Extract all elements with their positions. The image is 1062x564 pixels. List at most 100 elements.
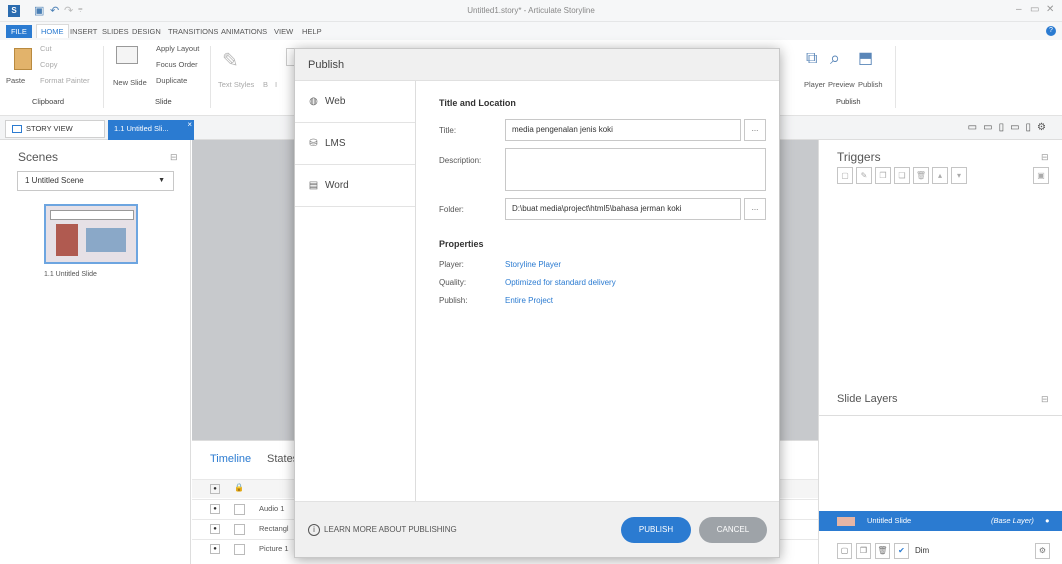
tab-file[interactable]: FILE — [6, 25, 32, 38]
new-slide-button[interactable]: New Slide — [113, 78, 147, 87]
publish-ribbon-button[interactable]: Publish — [858, 80, 883, 89]
clipboard-group-label: Clipboard — [32, 97, 65, 106]
word-doc-icon: ▤ — [308, 180, 319, 191]
italic-button[interactable]: I — [275, 80, 277, 89]
slide-thumbnail[interactable] — [44, 204, 138, 264]
publish-dialog: Publish ◍ Web ⛁ LMS ▤ Word Title and Loc… — [294, 48, 780, 558]
publish-icon[interactable]: ⬒ — [858, 48, 873, 68]
tab-help[interactable]: HELP — [298, 25, 326, 38]
duplicate-layer-icon[interactable]: ❐ — [856, 543, 871, 559]
title-bar: S ▣ ↶ ↷ ⩦ Untitled1.story* - Articulate … — [0, 0, 1062, 22]
visibility-icon[interactable]: ● — [210, 524, 220, 534]
bold-button[interactable]: B — [263, 80, 268, 89]
delete-trigger-icon[interactable]: 🗑 — [913, 167, 929, 184]
story-view-label: STORY VIEW — [26, 124, 73, 133]
close-tab-icon[interactable]: × — [187, 116, 192, 134]
info-icon: i — [308, 524, 320, 536]
publish-scope-link[interactable]: Entire Project — [505, 296, 553, 305]
base-layer-tag: (Base Layer) — [991, 516, 1034, 525]
player-label: Player: — [439, 260, 464, 269]
copy-button[interactable]: Copy — [40, 60, 58, 69]
pin-icon[interactable]: ⊟ — [1041, 152, 1049, 163]
cancel-button[interactable]: CANCEL — [699, 517, 767, 543]
title-browse-button[interactable]: ... — [744, 119, 766, 141]
cut-button[interactable]: Cut — [40, 44, 52, 53]
nav-lms[interactable]: ⛁ LMS — [295, 123, 415, 165]
trigger-options-icon[interactable]: ▣ — [1033, 167, 1049, 184]
move-down-icon[interactable]: ▾ — [951, 167, 967, 184]
lock-toggle[interactable] — [234, 504, 245, 515]
new-trigger-icon[interactable]: ▢ — [837, 167, 853, 184]
new-layer-icon[interactable]: ▢ — [837, 543, 852, 559]
visibility-icon[interactable]: ● — [210, 544, 220, 554]
help-icon[interactable]: ? — [1046, 26, 1056, 36]
move-up-icon[interactable]: ▴ — [932, 167, 948, 184]
tab-insert[interactable]: INSERT — [66, 25, 101, 38]
text-styles-icon[interactable]: ✎ — [222, 48, 239, 73]
lock-icon[interactable]: 🔒 — [234, 483, 244, 492]
slide-thumbnail-label: 1.1 Untitled Slide — [44, 271, 97, 278]
tab-design[interactable]: DESIGN — [128, 25, 165, 38]
folder-browse-button[interactable]: ... — [744, 198, 766, 220]
slide-tab[interactable]: 1.1 Untitled Sli... × — [108, 120, 194, 140]
focus-order-button[interactable]: Focus Order — [156, 60, 198, 69]
preview-icon[interactable]: ⌕ — [830, 48, 840, 69]
story-view-icon — [12, 125, 22, 133]
restore-icon[interactable]: ▭ — [1030, 4, 1039, 15]
gear-icon[interactable]: ⚙ — [1035, 543, 1050, 559]
preview-button[interactable]: Preview — [828, 80, 855, 89]
duplicate-button[interactable]: Duplicate — [156, 76, 187, 85]
eye-icon[interactable]: ● — [1045, 511, 1050, 531]
story-view-tab[interactable]: STORY VIEW — [5, 120, 105, 138]
window-title: Untitled1.story* - Articulate Storyline — [467, 6, 595, 15]
tab-view[interactable]: VIEW — [270, 25, 297, 38]
apply-layout-button[interactable]: Apply Layout — [156, 44, 199, 53]
delete-layer-icon[interactable]: 🗑 — [875, 543, 890, 559]
paste-icon[interactable] — [14, 48, 32, 70]
pin-icon[interactable]: ⊟ — [170, 152, 178, 163]
minimize-icon[interactable]: – — [1016, 4, 1022, 15]
learn-more-link[interactable]: i LEARN MORE ABOUT PUBLISHING — [308, 524, 457, 536]
description-field[interactable] — [505, 148, 766, 191]
close-icon[interactable]: ✕ — [1046, 4, 1054, 15]
base-layer-row[interactable]: Untitled Slide (Base Layer) ● — [819, 511, 1062, 531]
tab-timeline[interactable]: Timeline — [210, 453, 251, 465]
pin-icon[interactable]: ⊟ — [1041, 394, 1049, 405]
lock-toggle[interactable] — [234, 524, 245, 535]
player-link[interactable]: Storyline Player — [505, 260, 561, 269]
publish-form: Title and Location Title: media pengenal… — [416, 81, 779, 501]
layer-name: Untitled Slide — [867, 516, 912, 525]
new-slide-icon[interactable] — [116, 46, 138, 64]
lock-toggle[interactable] — [234, 544, 245, 555]
visibility-icon[interactable]: ● — [210, 504, 220, 514]
paste-trigger-icon[interactable]: ❏ — [894, 167, 910, 184]
scene-select[interactable]: 1 Untitled Scene ▼ — [17, 171, 174, 191]
view-mode-icons[interactable]: ▭▭▯▭▯⚙ — [968, 122, 1052, 133]
edit-trigger-icon[interactable]: ✎ — [856, 167, 872, 184]
publish-button[interactable]: PUBLISH — [621, 517, 691, 543]
format-painter-button[interactable]: Format Painter — [40, 76, 90, 85]
nav-web[interactable]: ◍ Web — [295, 81, 415, 123]
dim-checkbox[interactable]: ✔ — [894, 543, 909, 559]
paste-button[interactable]: Paste — [6, 76, 25, 85]
properties-heading: Properties — [439, 239, 484, 249]
visibility-icon[interactable]: ● — [210, 484, 220, 494]
title-field[interactable]: media pengenalan jenis koki — [505, 119, 741, 141]
tab-animations[interactable]: ANIMATIONS — [217, 25, 271, 38]
triggers-title: Triggers — [837, 150, 881, 164]
tab-home[interactable]: HOME — [36, 24, 69, 38]
text-styles-button[interactable]: Text Styles — [218, 80, 254, 89]
quality-label: Quality: — [439, 278, 467, 287]
title-location-heading: Title and Location — [439, 98, 516, 108]
player-button[interactable]: Player — [804, 80, 825, 89]
tab-transitions[interactable]: TRANSITIONS — [164, 25, 222, 38]
quality-link[interactable]: Optimized for standard delivery — [505, 278, 616, 287]
folder-field[interactable]: D:\buat media\project\html5\bahasa jerma… — [505, 198, 741, 220]
title-label: Title: — [439, 126, 457, 135]
player-icon[interactable]: ⧉ — [806, 50, 817, 68]
nav-word[interactable]: ▤ Word — [295, 165, 415, 207]
copy-trigger-icon[interactable]: ❐ — [875, 167, 891, 184]
layer-thumbnail — [837, 517, 855, 526]
timeline-row-name: Rectangl — [259, 524, 289, 533]
nav-word-label: Word — [325, 180, 349, 191]
